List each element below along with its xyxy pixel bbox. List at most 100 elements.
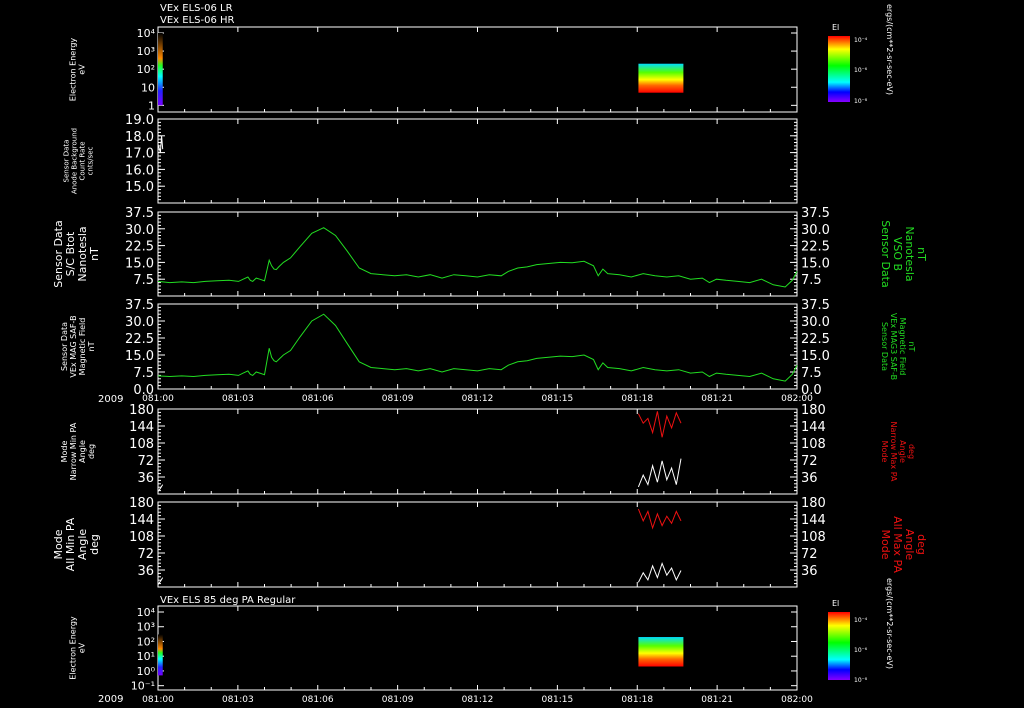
els-85pa-xtick-label: 081:15 [542, 695, 574, 705]
btot-ylabel-right-line: VSO B [891, 237, 904, 271]
els-85pa-ytick-label: 10¹ [137, 650, 155, 663]
els-85pa-frame [157, 605, 798, 691]
background-ylabel-line: Count Rate [78, 141, 86, 180]
btot-ytick-label-right: 30.0 [801, 223, 830, 238]
els-85pa-spectrum-block [158, 634, 163, 676]
all-pa-ytick-label: 36 [137, 564, 154, 579]
btot-ytick-label: 30.0 [125, 223, 154, 238]
narrow-pa-ylabel-line: Mode [60, 441, 69, 463]
mag-ylabel-right-line: Magnetic Field [898, 318, 907, 376]
els-85pa-xtick-label: 081:18 [621, 695, 653, 705]
colorbar-top-tick-3: 10⁻⁸ [854, 98, 868, 105]
narrow-pa-ytick-label: 180 [129, 403, 154, 418]
all-pa-ylabel-right-line: All Max PA [891, 516, 904, 573]
els-lr-hr-ytick-label: 1 [148, 99, 155, 112]
narrow-pa-ylabel-right-line: Mode [880, 441, 889, 463]
colorbar-top-unit: ergs/(cm**2-sr-sec-eV) [885, 4, 894, 95]
narrow-pa-ytick-label: 36 [137, 471, 154, 486]
all-pa-ytick-label-right: 144 [801, 513, 826, 528]
els-85pa-xtick-label: 081:00 [142, 695, 174, 705]
narrow-pa-ytick-label-right: 108 [801, 437, 826, 452]
all-pa-ylabel-line: deg [88, 534, 101, 555]
els-lr-hr-frame [157, 26, 798, 113]
els-85pa-xtick-label: 082:00 [781, 695, 813, 705]
btot-ytick-label-right: 15.0 [801, 256, 830, 271]
mag-ytick-label-right: 30.0 [801, 315, 830, 330]
background-ylabel-line: cnts/sec [86, 146, 94, 175]
mag-ytick-label-right: 37.5 [801, 298, 830, 313]
mag-ylabel-right-line: nT [907, 342, 916, 352]
narrow-pa-ytick-label: 144 [129, 420, 154, 435]
all-pa-ytick-label-right: 36 [801, 564, 818, 579]
els-lr-hr-ylabel-line: eV [78, 64, 87, 75]
btot-ylabel-right-line: Nanotesla [903, 226, 916, 281]
year-label-mid: 2009 [98, 394, 123, 405]
colorbar-bottom-tick-2: 10⁻⁶ [854, 647, 868, 654]
mag-ytick-label: 15.0 [125, 349, 154, 364]
mag-ylabel-line: nT [87, 341, 96, 351]
mag-ylabel-right-line: Sensor Data [880, 322, 889, 371]
els-85pa-xtick-label: 081:12 [462, 695, 494, 705]
narrow-pa-ytick-label-right: 180 [801, 403, 826, 418]
all-pa-ytick-label: 180 [129, 496, 154, 511]
background-ylabel-line: Anode Background [70, 128, 78, 194]
header-line2: VEx ELS-06 HR [160, 15, 235, 26]
background-series-0 [157, 135, 164, 153]
colorbar-top-title: El [832, 23, 839, 32]
els-85pa-xtick-label: 081:03 [222, 695, 254, 705]
btot-ytick-label-right: 37.5 [801, 206, 830, 221]
all-pa-ytick-label: 108 [129, 530, 154, 545]
narrow-pa-ytick-label: 108 [129, 437, 154, 452]
mag-ytick-label: 7.5 [133, 366, 154, 381]
colorbar-top: El 10⁻⁴ 10⁻⁶ 10⁻⁸ ergs/(cm**2-sr-sec-eV) [828, 4, 894, 105]
colorbar-bottom-title: El [832, 599, 839, 608]
mag-ylabel-line: VEx MAG SAF-B [69, 315, 78, 377]
background-ytick-label: 16.0 [125, 163, 154, 178]
mag-xtick-label: 081:09 [382, 394, 414, 404]
background-ytick-label: 19.0 [125, 113, 154, 128]
narrow-pa-series-2 [637, 458, 682, 488]
background-ylabel-line: Sensor Data [62, 140, 70, 183]
year-label-bottom: 2009 [98, 694, 123, 705]
mexpress-stack-plot: VEx ELS-06 LR VEx ELS-06 HR VEx ELS 85 d… [52, 3, 928, 705]
narrow-pa-ytick-label: 72 [137, 454, 154, 469]
mag-ytick-label-right: 7.5 [801, 366, 822, 381]
narrow-pa-ylabel-line: Angle [78, 440, 87, 463]
all-pa-frame [157, 501, 798, 588]
bottom-panel-title: VEx ELS 85 deg PA Regular [160, 595, 296, 606]
all-pa-ylabel-right-line: Angle [903, 529, 916, 561]
mag-ylabel-right-line: VEx MAG3 SAF-B [889, 313, 898, 380]
background-ytick-label: 17.0 [125, 147, 154, 162]
btot-series-0 [157, 227, 798, 288]
narrow-pa-ytick-label-right: 144 [801, 420, 826, 435]
els-85pa-xtick-label: 081:21 [701, 695, 733, 705]
els-lr-hr-ylabel-line: Electron Energy [69, 38, 78, 102]
narrow-pa-ylabel-right-line: deg [907, 444, 916, 459]
background-ytick-label: 15.0 [125, 180, 154, 195]
mag-ytick-label: 22.5 [125, 332, 154, 347]
mag-ytick-label: 30.0 [125, 315, 154, 330]
els-85pa-xtick-label: 081:06 [302, 695, 334, 705]
colorbar-top-tick-2: 10⁻⁶ [854, 67, 868, 74]
all-pa-ytick-label-right: 108 [801, 530, 826, 545]
colorbar-bottom-unit: ergs/(cm**2-sr-sec-eV) [885, 578, 894, 669]
colorbar-bottom-tick-3: 10⁻⁸ [854, 677, 868, 684]
btot-ytick-label: 22.5 [125, 240, 154, 255]
narrow-pa-ylabel-line: Narrow Min PA [69, 422, 78, 480]
btot-ylabel-right-line: nT [915, 247, 928, 261]
mag-xtick-label: 081:06 [302, 394, 334, 404]
header-line1: VEx ELS-06 LR [160, 3, 233, 14]
mag-frame [157, 303, 798, 390]
mag-ylabel-line: Sensor Data [60, 322, 69, 371]
els-85pa-ytick-label: 10³ [137, 621, 155, 634]
btot-ylabel-line: nT [88, 247, 101, 261]
mag-xtick-label: 081:21 [701, 394, 733, 404]
els-lr-hr-spectrum-block [158, 33, 163, 106]
mag-ytick-label-right: 0.0 [801, 383, 822, 398]
els-85pa-ytick-label: 10² [137, 635, 155, 648]
mag-series-0 [157, 313, 798, 382]
colorbar-bottom-scale [828, 612, 850, 680]
mag-xtick-label: 081:18 [621, 394, 653, 404]
btot-ytick-label: 7.5 [133, 273, 154, 288]
els-lr-hr-ytick-label: 10 [141, 81, 155, 94]
